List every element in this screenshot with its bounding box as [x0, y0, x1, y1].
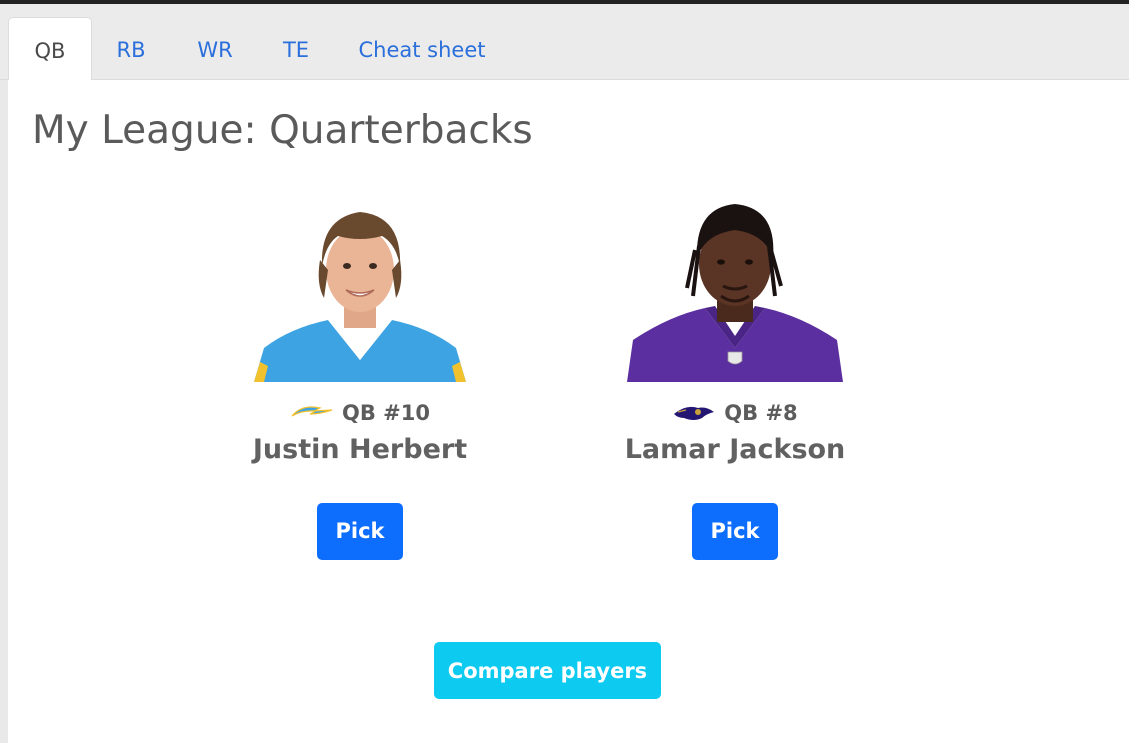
player-position-rank: QB #8	[615, 398, 855, 428]
pick-button[interactable]: Pick	[317, 503, 403, 560]
player-card: QB #10 Justin Herbert Pick	[240, 200, 480, 560]
position-rank-text: QB #10	[342, 401, 430, 425]
tab-te[interactable]: TE	[270, 17, 322, 80]
compare-players-button[interactable]: Compare players	[434, 642, 661, 699]
chargers-bolt-icon	[290, 402, 334, 424]
player-card: QB #8 Lamar Jackson Pick	[615, 200, 855, 560]
tab-content-panel: My League: Quarterbacks QB #10 Justin He…	[8, 80, 1129, 743]
tab-cheat-sheet[interactable]: Cheat sheet	[350, 17, 494, 80]
page-title: My League: Quarterbacks	[32, 108, 533, 153]
tab-wr[interactable]: WR	[184, 17, 246, 80]
pick-button[interactable]: Pick	[692, 503, 778, 560]
player-photo	[625, 200, 845, 382]
position-tabs: QB RB WR TE Cheat sheet	[0, 4, 1129, 82]
player-position-rank: QB #10	[240, 398, 480, 428]
player-name: Justin Herbert	[252, 434, 468, 465]
player-name: Lamar Jackson	[624, 434, 846, 465]
tab-rb[interactable]: RB	[104, 17, 158, 80]
tab-qb[interactable]: QB	[8, 17, 92, 82]
position-rank-text: QB #8	[724, 401, 798, 425]
player-photo	[250, 200, 470, 382]
ravens-logo-icon	[672, 402, 716, 424]
